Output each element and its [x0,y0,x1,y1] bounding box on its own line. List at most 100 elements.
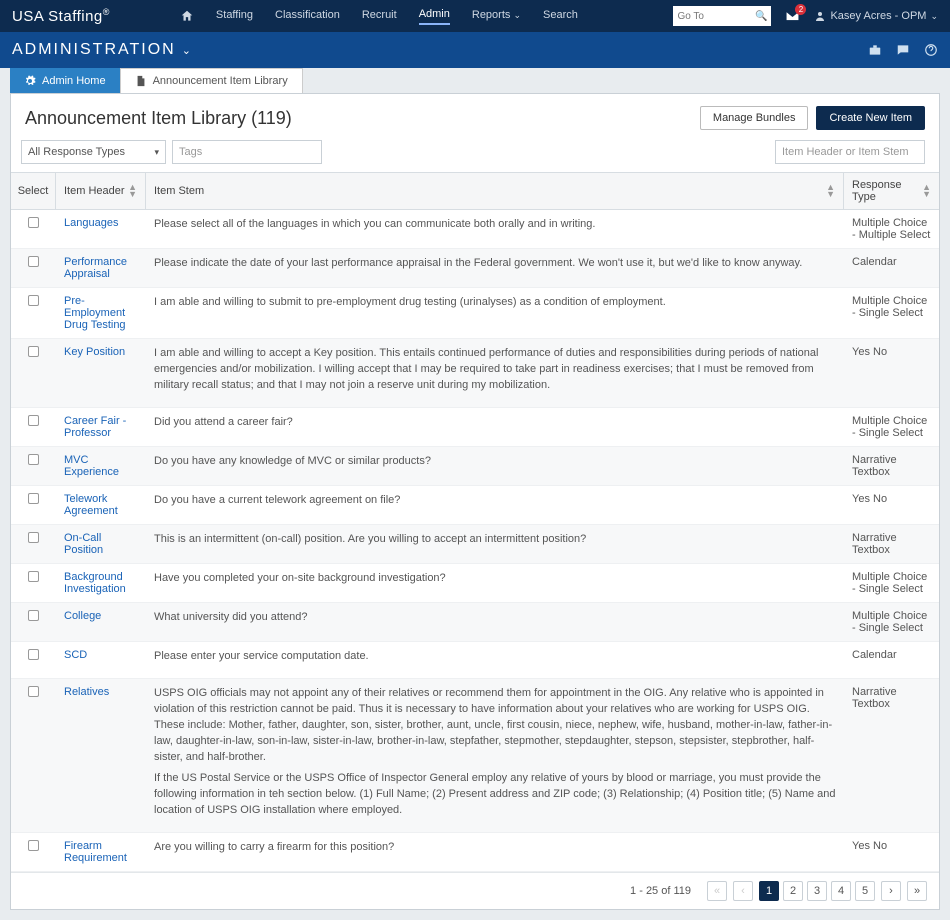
row-checkbox[interactable] [28,840,39,851]
mail-badge-count: 2 [795,4,806,15]
table-header: Select Item Header▲▼ Item Stem▲▼ Respons… [11,172,939,210]
subheader-title[interactable]: ADMINISTRATION [12,41,176,59]
table-row: SCD Please enter your service computation… [11,642,939,679]
briefcase-icon[interactable] [868,43,882,57]
item-stem-text: Are you willing to carry a firearm for t… [146,833,844,871]
mail-icon[interactable]: 2 [785,10,800,22]
row-checkbox[interactable] [28,454,39,465]
chevron-down-icon: ▾ [154,147,159,158]
user-icon [814,10,826,22]
table-row: LanguagesPlease select all of the langua… [11,210,939,249]
tags-input[interactable]: Tags [172,140,322,164]
chevron-down-icon[interactable]: ⌄ [182,44,193,57]
home-icon[interactable] [180,9,194,23]
top-nav: USA Staffing® Staffing Classification Re… [0,0,950,32]
item-header-link[interactable]: MVC Experience [64,454,119,478]
nav-right: Go To 🔍 2 Kasey Acres - OPM ⌄ [673,6,938,26]
nav-search[interactable]: Search [543,9,578,24]
col-item-stem[interactable]: Item Stem▲▼ [146,173,844,209]
col-response-type[interactable]: Response Type▲▼ [844,173,939,209]
item-header-link[interactable]: Key Position [64,346,125,358]
tab-item-library[interactable]: Announcement Item Library [120,68,303,93]
row-checkbox[interactable] [28,571,39,582]
nav-links: Staffing Classification Recruit Admin Re… [180,8,578,25]
create-new-item-button[interactable]: Create New Item [816,106,925,130]
page-first[interactable]: « [707,881,727,901]
page-3[interactable]: 3 [807,881,827,901]
page-2[interactable]: 2 [783,881,803,901]
pagination: 1 - 25 of 119 « ‹ 12345 › » [11,872,939,909]
row-checkbox[interactable] [28,532,39,543]
library-panel: Announcement Item Library (119) Manage B… [10,93,940,910]
item-stem-text: What university did you attend? [146,603,844,641]
goto-search[interactable]: Go To 🔍 [673,6,771,26]
item-header-link[interactable]: Relatives [64,686,109,698]
item-header-link[interactable]: On-Call Position [64,532,103,556]
page-next[interactable]: › [881,881,901,901]
item-stem-text: Please enter your service computation da… [146,642,844,678]
nav-staffing[interactable]: Staffing [216,9,253,24]
page-prev[interactable]: ‹ [733,881,753,901]
table-row: Pre-Employment Drug TestingI am able and… [11,288,939,339]
item-stem-text: USPS OIG officials may not appoint any o… [146,679,844,833]
col-select: Select [11,173,56,209]
user-menu[interactable]: Kasey Acres - OPM ⌄ [814,10,938,22]
gear-icon [24,75,36,87]
item-search-input[interactable]: Item Header or Item Stem [775,140,925,164]
nav-recruit[interactable]: Recruit [362,9,397,24]
item-header-link[interactable]: Languages [64,217,118,229]
row-checkbox[interactable] [28,493,39,504]
table-row: Telework AgreementDo you have a current … [11,486,939,525]
manage-bundles-button[interactable]: Manage Bundles [700,106,809,130]
response-type-text: Yes No [844,833,939,871]
panel-header: Announcement Item Library (119) Manage B… [11,94,939,140]
row-checkbox[interactable] [28,415,39,426]
item-stem-text: This is an intermittent (on-call) positi… [146,525,844,563]
item-stem-text: I am able and willing to accept a Key po… [146,339,844,407]
item-header-link[interactable]: SCD [64,649,87,661]
row-checkbox[interactable] [28,256,39,267]
nav-reports[interactable]: Reports ⌄ [472,9,521,24]
page-5[interactable]: 5 [855,881,875,901]
row-checkbox[interactable] [28,217,39,228]
item-header-link[interactable]: Telework Agreement [64,493,118,517]
item-header-link[interactable]: Background Investigation [64,571,126,595]
admin-tabs: Admin Home Announcement Item Library [10,68,950,93]
chevron-down-icon: ⌄ [513,10,521,20]
item-header-link[interactable]: College [64,610,101,622]
help-icon[interactable] [924,43,938,57]
item-stem-text: Do you have any knowledge of MVC or simi… [146,447,844,485]
item-header-link[interactable]: Performance Appraisal [64,256,127,280]
brand-logo: USA Staffing® [12,7,110,25]
response-type-text: Multiple Choice - Single Select [844,603,939,641]
table-row: Relatives USPS OIG officials may not appo… [11,679,939,834]
page-4[interactable]: 4 [831,881,851,901]
response-type-text: Calendar [844,642,939,678]
table-row: On-Call Position This is an intermittent … [11,525,939,564]
page-last[interactable]: » [907,881,927,901]
col-item-header[interactable]: Item Header▲▼ [56,173,146,209]
chat-icon[interactable] [896,43,910,57]
item-header-link[interactable]: Career Fair - Professor [64,415,126,439]
nav-admin[interactable]: Admin [419,8,450,25]
row-checkbox[interactable] [28,686,39,697]
tab-admin-home[interactable]: Admin Home [10,68,120,93]
nav-classification[interactable]: Classification [275,9,340,24]
item-header-link[interactable]: Firearm Requirement [64,840,127,864]
item-header-link[interactable]: Pre-Employment Drug Testing [64,295,126,331]
row-checkbox[interactable] [28,649,39,660]
table-row: Background InvestigationHave you complet… [11,564,939,603]
response-type-text: Narrative Textbox [844,525,939,563]
row-checkbox[interactable] [28,346,39,357]
row-checkbox[interactable] [28,295,39,306]
table-row: Career Fair - ProfessorDid you attend a … [11,408,939,447]
response-type-select[interactable]: All Response Types▾ [21,140,166,164]
table-body: LanguagesPlease select all of the langua… [11,210,939,872]
row-checkbox[interactable] [28,610,39,621]
response-type-text: Multiple Choice - Multiple Select [844,210,939,248]
search-icon: 🔍 [755,11,767,22]
admin-subheader: ADMINISTRATION ⌄ [0,32,950,68]
document-icon [135,75,147,87]
table-row: Key Position I am able and willing to acc… [11,339,939,408]
page-1[interactable]: 1 [759,881,779,901]
